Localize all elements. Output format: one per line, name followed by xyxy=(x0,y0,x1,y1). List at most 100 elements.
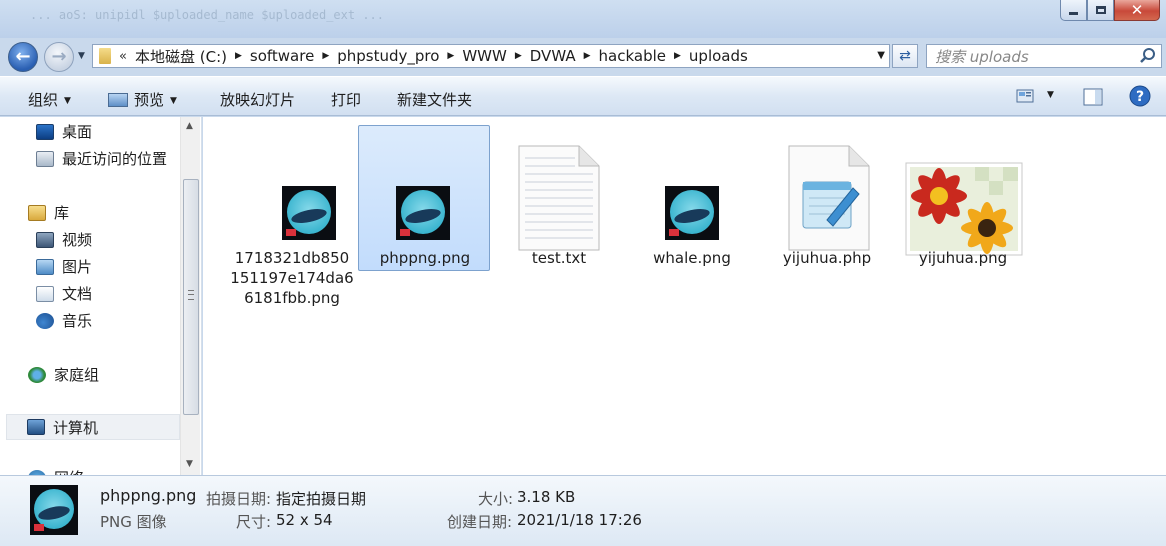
file-name: yijuhua.png xyxy=(918,249,1008,267)
preview-menu[interactable]: 预览 ▼ xyxy=(108,89,177,110)
nav-item-libraries[interactable]: 库 xyxy=(28,202,69,223)
help-icon[interactable]: ? xyxy=(1129,85,1151,107)
back-button[interactable]: ← xyxy=(8,42,38,72)
search-icon[interactable] xyxy=(1139,47,1157,65)
breadcrumb-separator-icon[interactable]: ▶ xyxy=(235,51,242,61)
nav-item-music[interactable]: 音乐 xyxy=(36,310,92,331)
details-taken-label: 拍摄日期: xyxy=(206,490,272,508)
thumbnail-wrapper xyxy=(626,136,758,248)
nav-item-pictures[interactable]: 图片 xyxy=(36,256,92,277)
refresh-icon: ⇄ xyxy=(899,48,911,64)
organize-label: 组织 xyxy=(28,91,59,109)
nav-label: 视频 xyxy=(62,231,93,249)
file-item[interactable]: phppng.png xyxy=(358,125,490,271)
breadcrumb-phpstudy[interactable]: phpstudy_pro xyxy=(337,47,439,65)
notepad-document-icon xyxy=(788,145,870,251)
file-name: phppng.png xyxy=(379,249,471,267)
homegroup-icon xyxy=(28,366,46,383)
details-dimensions-value: 52 x 54 xyxy=(276,511,333,529)
nav-label: 计算机 xyxy=(53,418,99,437)
nav-item-computer[interactable]: 计算机 xyxy=(6,414,180,440)
forward-arrow-icon: → xyxy=(51,46,67,67)
nav-item-network[interactable]: 网络 xyxy=(28,467,84,475)
breadcrumb-separator-icon[interactable]: ▶ xyxy=(674,51,681,61)
nav-item-videos[interactable]: 视频 xyxy=(36,229,92,250)
text-document-icon xyxy=(518,145,600,251)
recent-pages-dropdown[interactable]: ▼ xyxy=(78,51,85,61)
breadcrumb-separator-icon[interactable]: ▶ xyxy=(584,51,591,61)
whale-image-icon xyxy=(396,186,450,240)
nav-label: 图片 xyxy=(62,258,93,276)
flower-image-icon xyxy=(905,162,1023,256)
breadcrumb-local-disk[interactable]: 本地磁盘 (C:) xyxy=(135,46,227,67)
search-input[interactable]: 搜索 uploads xyxy=(926,44,1162,68)
thumbnail-wrapper xyxy=(897,136,1029,256)
minimize-icon xyxy=(1069,11,1078,15)
file-name: 1718321db850151197e174da66181fbb.png xyxy=(230,249,354,307)
scroll-down-icon[interactable]: ▼ xyxy=(186,459,193,469)
nav-label: 音乐 xyxy=(62,312,93,330)
breadcrumb-software[interactable]: software xyxy=(250,47,314,65)
thumbnail-wrapper xyxy=(359,136,491,248)
minimize-button[interactable] xyxy=(1060,0,1087,21)
libraries-icon xyxy=(28,204,46,221)
address-bar[interactable]: « 本地磁盘 (C:) ▶ software ▶ phpstudy_pro ▶ … xyxy=(92,44,890,68)
details-size-label: 大小: xyxy=(478,490,514,508)
close-icon: ✕ xyxy=(1130,0,1144,19)
whale-image-icon xyxy=(665,186,719,240)
print-button[interactable]: 打印 xyxy=(331,89,361,110)
nav-item-desktop[interactable]: 桌面 xyxy=(36,121,92,142)
breadcrumb-uploads[interactable]: uploads xyxy=(689,47,748,65)
details-dimensions-label: 尺寸: xyxy=(236,513,272,531)
preview-icon xyxy=(108,93,128,107)
grip-icon xyxy=(188,290,194,300)
view-dropdown-icon[interactable]: ▼ xyxy=(1047,90,1054,100)
background-window-text: ... aoS: unipidl $uploaded_name $uploade… xyxy=(30,8,385,22)
details-pane: phppng.png PNG 图像 拍摄日期: 指定拍摄日期 尺寸: 52 x … xyxy=(0,475,1166,546)
navigation-pane: 桌面 最近访问的位置 库 视频 图片 文档 音乐 家庭组 计算机 网络 ▲ ▼ xyxy=(0,117,202,475)
organize-menu[interactable]: 组织 ▼ xyxy=(28,89,71,110)
maximize-button[interactable] xyxy=(1087,0,1114,21)
nav-item-homegroup[interactable]: 家庭组 xyxy=(28,364,99,385)
navigation-bar: ← → ▼ « 本地磁盘 (C:) ▶ software ▶ phpstudy_… xyxy=(0,38,1166,74)
nav-label: 库 xyxy=(54,204,70,222)
breadcrumb-separator-icon[interactable]: ▶ xyxy=(447,51,454,61)
thumbnail-wrapper xyxy=(226,136,358,248)
address-dropdown-icon[interactable]: ▼ xyxy=(877,50,885,61)
file-item[interactable]: yijuhua.php xyxy=(760,125,892,271)
computer-icon xyxy=(27,419,45,435)
forward-button[interactable]: → xyxy=(44,42,74,72)
details-file-name: phppng.png xyxy=(100,486,197,505)
breadcrumb-dvwa[interactable]: DVWA xyxy=(530,47,576,65)
caret-down-icon: ▼ xyxy=(64,96,71,106)
nav-label: 家庭组 xyxy=(54,366,100,384)
breadcrumb-separator-icon[interactable]: ▶ xyxy=(515,51,522,61)
slideshow-button[interactable]: 放映幻灯片 xyxy=(220,89,295,110)
file-item[interactable]: yijuhua.png xyxy=(896,125,1028,271)
music-icon xyxy=(36,312,54,329)
file-item[interactable]: 1718321db850151197e174da66181fbb.png xyxy=(225,125,358,307)
nav-scrollbar[interactable]: ▲ ▼ xyxy=(180,117,200,475)
nav-label: 最近访问的位置 xyxy=(62,150,168,168)
pictures-icon xyxy=(36,258,54,275)
new-folder-button[interactable]: 新建文件夹 xyxy=(397,89,472,110)
documents-icon xyxy=(36,285,54,302)
file-item[interactable]: test.txt xyxy=(492,125,624,271)
file-name: test.txt xyxy=(531,249,587,267)
desktop-icon xyxy=(36,123,54,140)
breadcrumb-www[interactable]: WWW xyxy=(462,47,507,65)
scroll-up-icon[interactable]: ▲ xyxy=(186,121,193,131)
nav-label: 桌面 xyxy=(62,123,93,141)
breadcrumb-separator-icon[interactable]: ▶ xyxy=(322,51,329,61)
scrollbar-thumb[interactable] xyxy=(183,179,199,415)
preview-pane-icon[interactable] xyxy=(1083,87,1103,107)
breadcrumb-overflow[interactable]: « xyxy=(119,49,127,64)
details-taken-value[interactable]: 指定拍摄日期 xyxy=(276,488,366,509)
breadcrumb-hackable[interactable]: hackable xyxy=(599,47,666,65)
nav-item-documents[interactable]: 文档 xyxy=(36,283,92,304)
file-item[interactable]: whale.png xyxy=(625,125,757,271)
refresh-button[interactable]: ⇄ xyxy=(892,44,918,68)
close-button[interactable]: ✕ xyxy=(1114,0,1160,21)
nav-item-recent[interactable]: 最近访问的位置 xyxy=(36,148,167,169)
view-options-icon[interactable] xyxy=(1016,87,1034,105)
